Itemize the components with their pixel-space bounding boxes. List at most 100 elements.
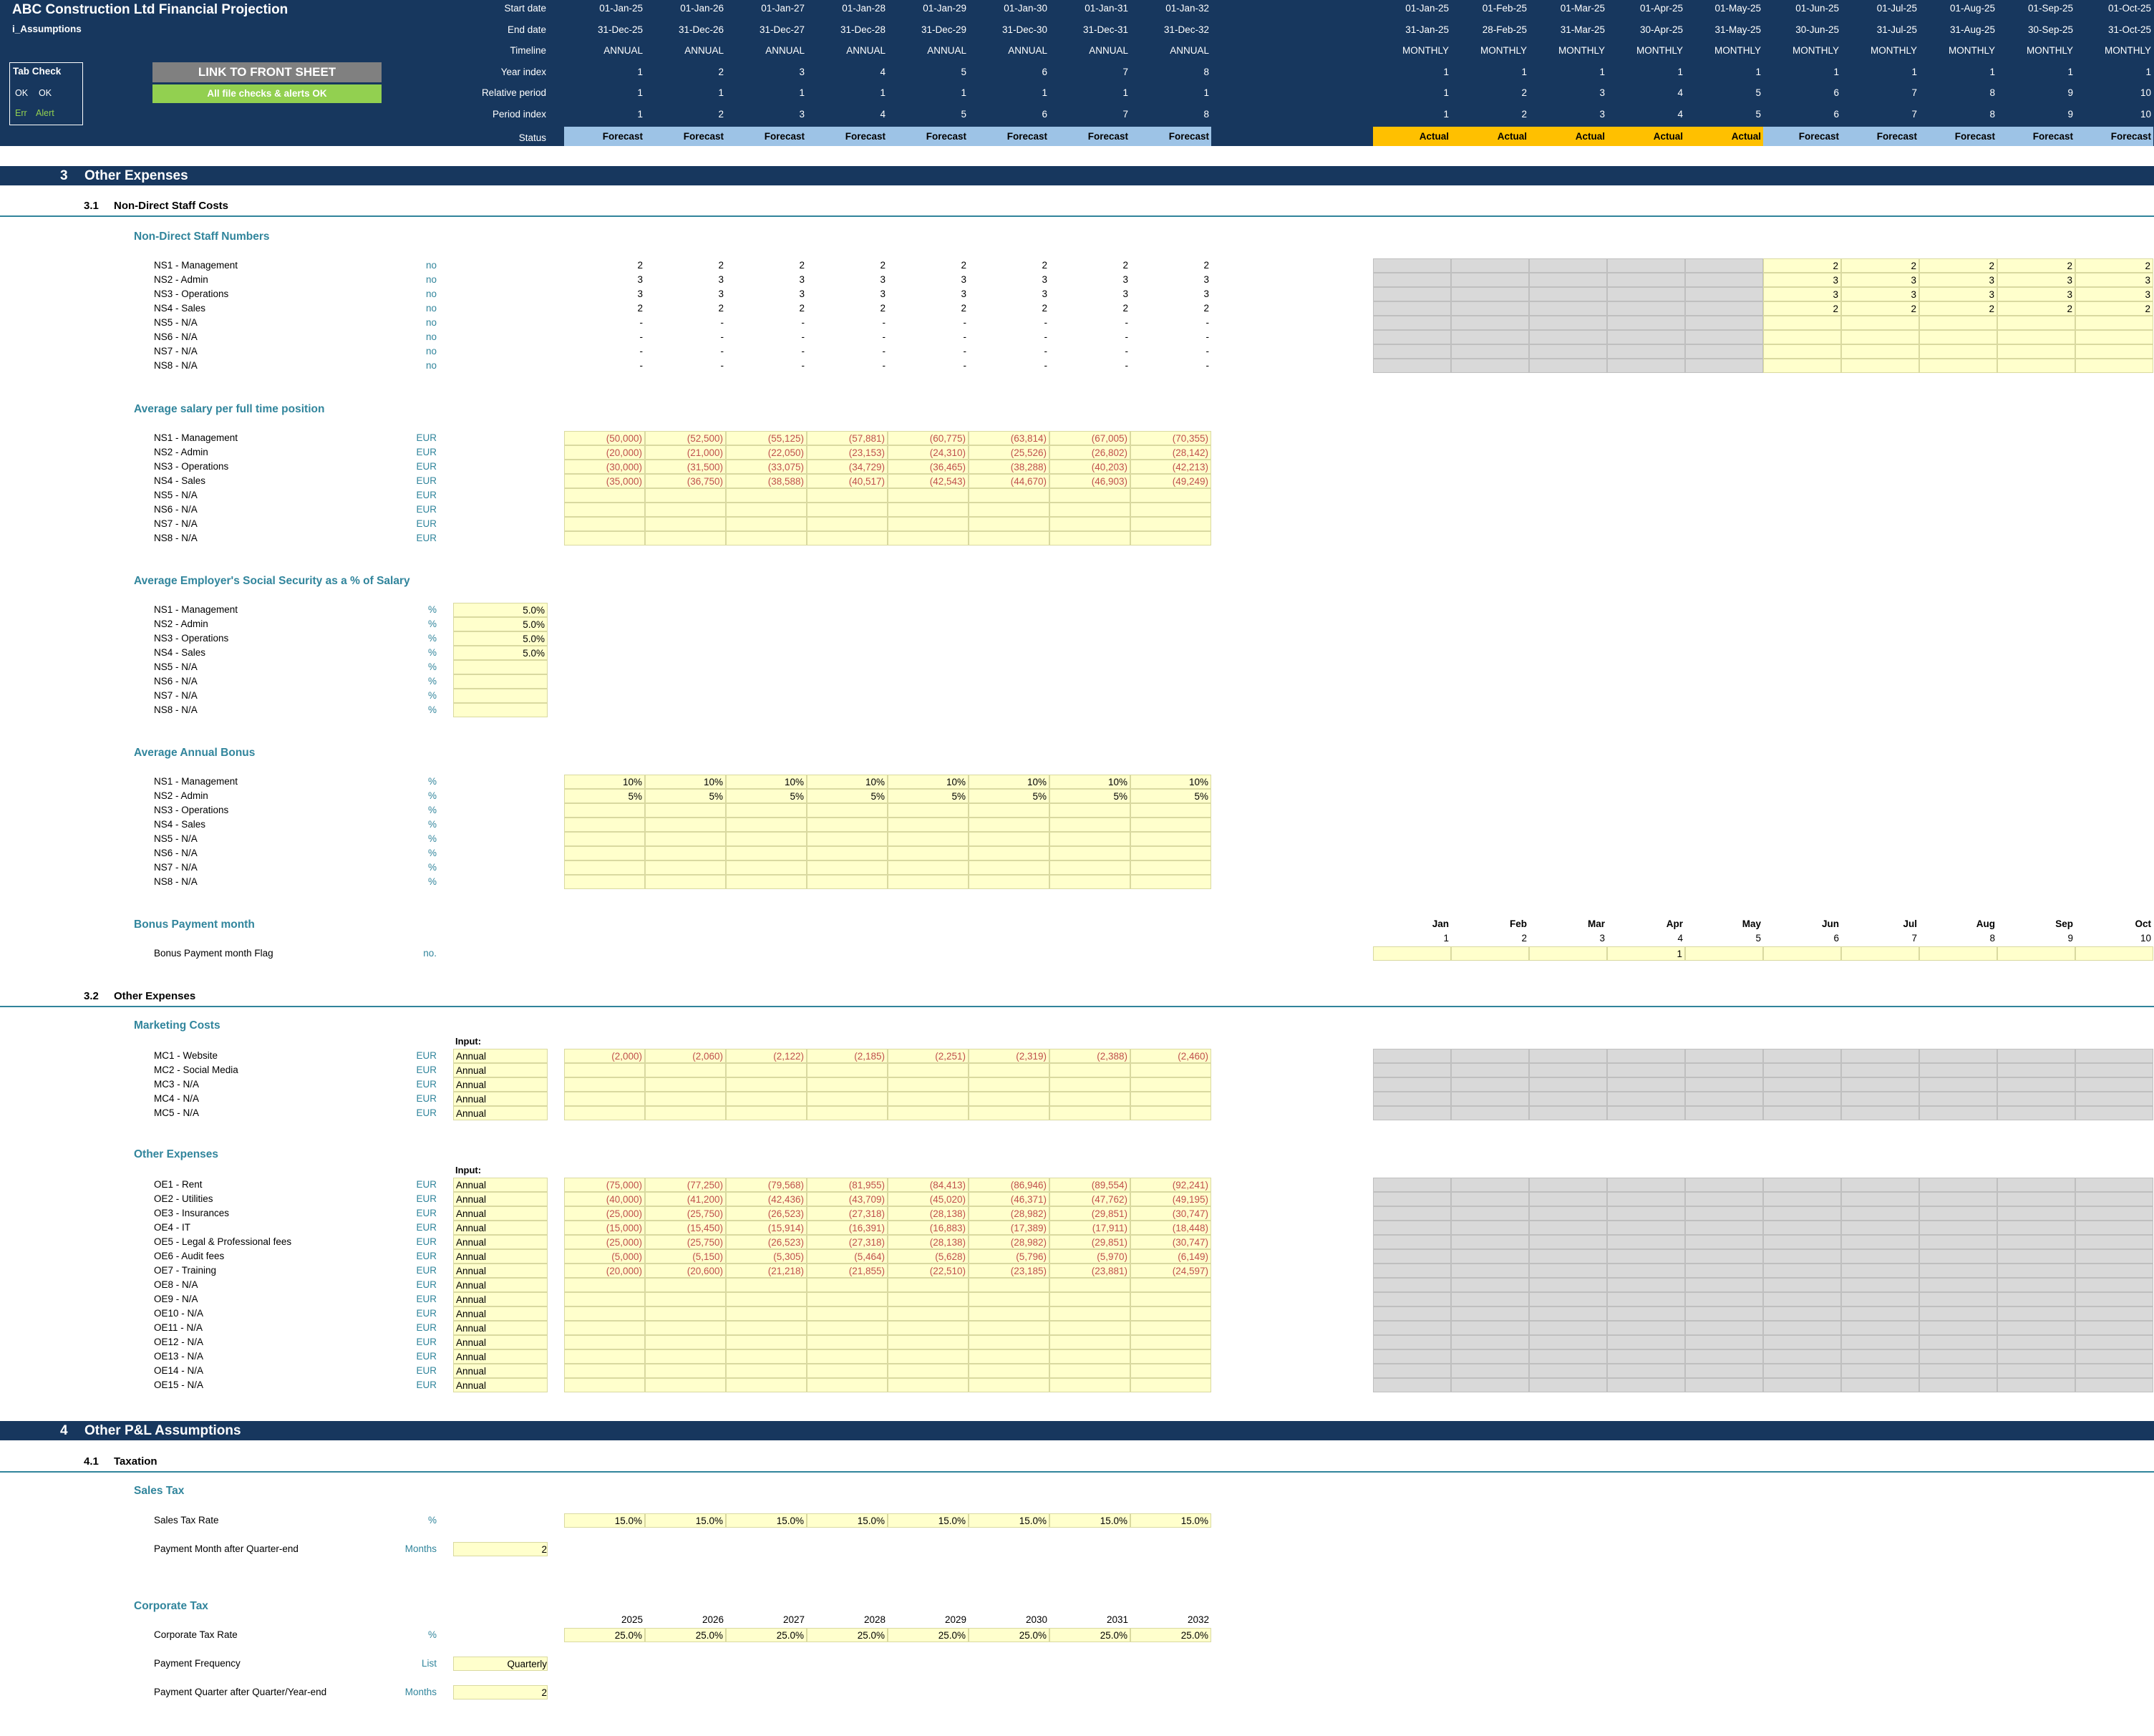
- input-cell[interactable]: [645, 875, 726, 889]
- input-cell[interactable]: (23,153): [807, 445, 888, 460]
- input-cell[interactable]: [807, 1349, 888, 1364]
- input-cell[interactable]: (2,122): [726, 1049, 807, 1063]
- input-cell[interactable]: (46,371): [969, 1192, 1049, 1206]
- input-cell[interactable]: [2075, 946, 2153, 961]
- input-cell[interactable]: 2: [1919, 258, 1997, 273]
- input-cell[interactable]: (27,318): [807, 1235, 888, 1249]
- input-cell[interactable]: 3: [1997, 287, 2075, 301]
- input-cell[interactable]: [1529, 946, 1607, 961]
- input-cell[interactable]: [969, 875, 1049, 889]
- input-cell[interactable]: [1763, 330, 1841, 344]
- input-cell[interactable]: (15,000): [564, 1221, 645, 1235]
- input-cell[interactable]: [564, 1321, 645, 1335]
- input-cell[interactable]: [564, 531, 645, 545]
- input-cell[interactable]: (89,554): [1049, 1178, 1130, 1192]
- input-cell[interactable]: [1130, 1335, 1211, 1349]
- input-cell[interactable]: 3: [1841, 287, 1919, 301]
- input-cell[interactable]: (16,883): [888, 1221, 969, 1235]
- input-cell[interactable]: (42,436): [726, 1192, 807, 1206]
- input-cell[interactable]: [969, 1063, 1049, 1077]
- input-cell[interactable]: [1049, 846, 1130, 860]
- input-cell[interactable]: [1130, 846, 1211, 860]
- input-cell[interactable]: [807, 1335, 888, 1349]
- frequency-select[interactable]: Annual: [453, 1049, 548, 1063]
- input-cell[interactable]: (26,523): [726, 1206, 807, 1221]
- input-cell[interactable]: 3: [1919, 273, 1997, 287]
- input-cell[interactable]: 10%: [726, 775, 807, 789]
- input-cell[interactable]: [564, 1349, 645, 1364]
- input-cell[interactable]: 10%: [807, 775, 888, 789]
- input-cell[interactable]: [1130, 1077, 1211, 1092]
- input-cell[interactable]: 2: [453, 1542, 548, 1556]
- input-cell[interactable]: [564, 875, 645, 889]
- input-cell[interactable]: [726, 1077, 807, 1092]
- input-cell[interactable]: (49,195): [1130, 1192, 1211, 1206]
- input-cell[interactable]: (22,050): [726, 445, 807, 460]
- input-cell[interactable]: [645, 1063, 726, 1077]
- input-cell[interactable]: 15.0%: [888, 1513, 969, 1528]
- input-cell[interactable]: [1130, 860, 1211, 875]
- input-cell[interactable]: [1049, 860, 1130, 875]
- input-cell[interactable]: (86,946): [969, 1178, 1049, 1192]
- input-cell[interactable]: (42,543): [888, 474, 969, 488]
- input-cell[interactable]: 2: [1763, 301, 1841, 316]
- frequency-select[interactable]: Annual: [453, 1221, 548, 1235]
- input-cell[interactable]: (5,305): [726, 1249, 807, 1264]
- input-cell[interactable]: [807, 1306, 888, 1321]
- input-cell[interactable]: [726, 503, 807, 517]
- input-cell[interactable]: [645, 803, 726, 818]
- input-cell[interactable]: (23,881): [1049, 1264, 1130, 1278]
- input-cell[interactable]: [969, 1335, 1049, 1349]
- input-cell[interactable]: [969, 832, 1049, 846]
- input-cell[interactable]: (2,388): [1049, 1049, 1130, 1063]
- input-cell[interactable]: [888, 1306, 969, 1321]
- input-cell[interactable]: [564, 517, 645, 531]
- input-cell[interactable]: [1919, 330, 1997, 344]
- input-cell[interactable]: (30,747): [1130, 1206, 1211, 1221]
- input-cell[interactable]: 15.0%: [1049, 1513, 1130, 1528]
- input-cell[interactable]: (35,000): [564, 474, 645, 488]
- input-cell[interactable]: (20,600): [645, 1264, 726, 1278]
- input-cell[interactable]: (28,982): [969, 1235, 1049, 1249]
- input-cell[interactable]: (46,903): [1049, 474, 1130, 488]
- input-cell[interactable]: 25.0%: [1049, 1628, 1130, 1642]
- input-cell[interactable]: [564, 846, 645, 860]
- input-cell[interactable]: [1130, 1092, 1211, 1106]
- input-cell[interactable]: [807, 875, 888, 889]
- input-cell[interactable]: [564, 860, 645, 875]
- input-cell[interactable]: [888, 1335, 969, 1349]
- input-cell[interactable]: (15,914): [726, 1221, 807, 1235]
- input-cell[interactable]: (41,200): [645, 1192, 726, 1206]
- input-cell[interactable]: (2,185): [807, 1049, 888, 1063]
- frequency-select[interactable]: Annual: [453, 1206, 548, 1221]
- input-cell[interactable]: [1049, 1063, 1130, 1077]
- input-cell[interactable]: [1130, 1292, 1211, 1306]
- input-cell[interactable]: [888, 1092, 969, 1106]
- input-cell[interactable]: (16,391): [807, 1221, 888, 1235]
- input-cell[interactable]: [1130, 1321, 1211, 1335]
- input-cell[interactable]: [1919, 344, 1997, 359]
- input-cell[interactable]: [564, 1063, 645, 1077]
- input-cell[interactable]: [888, 488, 969, 503]
- input-cell[interactable]: [969, 1364, 1049, 1378]
- input-cell[interactable]: 10%: [645, 775, 726, 789]
- input-cell[interactable]: [726, 803, 807, 818]
- input-cell[interactable]: 3: [1763, 287, 1841, 301]
- frequency-select[interactable]: Annual: [453, 1235, 548, 1249]
- input-cell[interactable]: [807, 1321, 888, 1335]
- frequency-select[interactable]: Annual: [453, 1106, 548, 1120]
- input-cell[interactable]: [726, 860, 807, 875]
- input-cell[interactable]: (2,060): [645, 1049, 726, 1063]
- input-cell[interactable]: [1049, 1321, 1130, 1335]
- input-cell[interactable]: 10%: [1130, 775, 1211, 789]
- input-cell[interactable]: (21,855): [807, 1264, 888, 1278]
- input-cell[interactable]: [969, 503, 1049, 517]
- input-cell[interactable]: (38,588): [726, 474, 807, 488]
- input-cell[interactable]: (57,881): [807, 431, 888, 445]
- input-cell[interactable]: [645, 531, 726, 545]
- input-cell[interactable]: (84,413): [888, 1178, 969, 1192]
- input-cell[interactable]: [564, 1306, 645, 1321]
- input-cell[interactable]: [726, 1106, 807, 1120]
- input-cell[interactable]: [726, 1321, 807, 1335]
- input-cell[interactable]: [1049, 803, 1130, 818]
